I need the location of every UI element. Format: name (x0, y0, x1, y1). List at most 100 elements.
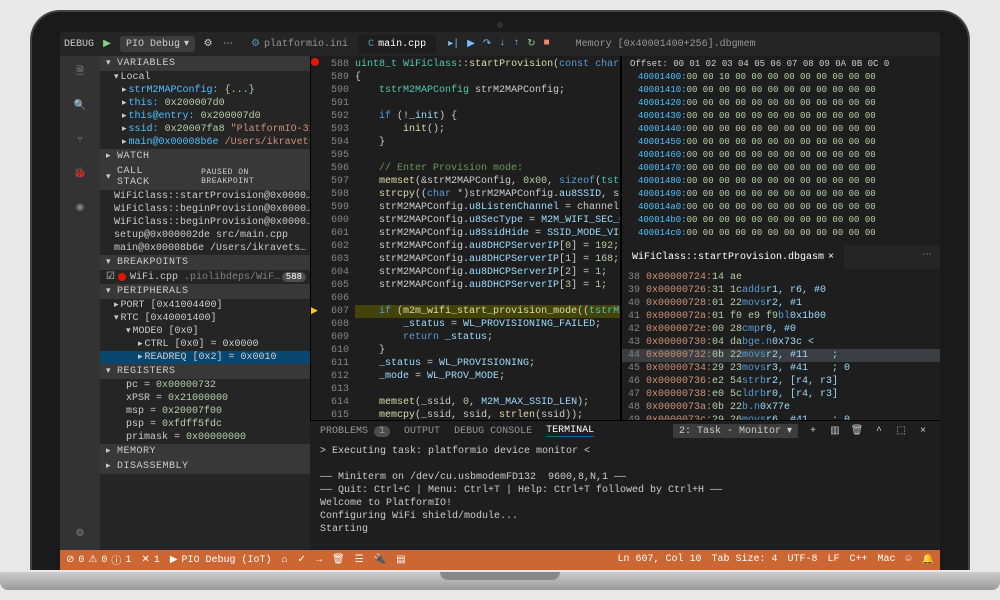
variables-local[interactable]: Local (100, 71, 310, 84)
memory-row[interactable]: 40001470: 00 00 00 00 00 00 00 00 00 00 … (622, 162, 940, 175)
watch-header[interactable]: WATCH (100, 149, 310, 164)
code-line[interactable]: 610 } (311, 344, 620, 357)
eol[interactable]: LF (827, 554, 839, 566)
code-line[interactable]: 598 strcpy((char *)strM2MAPConfig.au8SSI… (311, 188, 620, 201)
variable-item[interactable]: main@0x00008b6e /Users/ikravets… (100, 136, 310, 149)
debug-config-select[interactable]: PIO Debug ▾ (120, 36, 195, 52)
register-item[interactable]: psp = 0xfdff5fdc (100, 418, 310, 431)
terminal-select[interactable]: 2: Task - Monitor ▾ (673, 424, 798, 438)
memory-row[interactable]: 400014a0: 00 00 00 00 00 00 00 00 00 00 … (622, 201, 940, 214)
code-line[interactable]: 589{ (311, 71, 620, 84)
code-line[interactable]: 609 return _status; (311, 331, 620, 344)
pio-test-icon[interactable]: ☰ (355, 554, 364, 566)
breakpoint-item[interactable]: ☑ WiFi.cpp .piolibdeps/WiF… 588 (100, 270, 310, 284)
register-item[interactable]: msp = 0x20007f00 (100, 405, 310, 418)
code-line[interactable]: 599 strM2MAPConfig.u8ListenChannel = cha… (311, 201, 620, 214)
variable-item[interactable]: this@entry: 0x200007d0 (100, 110, 310, 123)
disasm-row[interactable]: 430x00000730: 04 da bge.n 0x73c < (622, 336, 940, 349)
memory-row[interactable]: 40001410: 00 00 00 00 00 00 00 00 00 00 … (622, 84, 940, 97)
trash-icon[interactable]: 🗑 (850, 424, 864, 438)
code-line[interactable]: 596 // Enter Provision mode: (311, 162, 620, 175)
tab-size[interactable]: Tab Size: 4 (711, 554, 777, 566)
start-debug-icon[interactable]: ▶ (100, 37, 114, 51)
code-line[interactable]: 594 } (311, 136, 620, 149)
code-line[interactable]: 606 (311, 292, 620, 305)
status-debug[interactable]: ▶PIO Debug (IoT) (170, 554, 272, 566)
debug-icon[interactable]: 🐞 (70, 164, 90, 184)
peripheral-item[interactable]: CTRL [0x0] = 0x0000 (100, 338, 310, 351)
explorer-icon[interactable]: 🗎 (70, 62, 90, 82)
code-line[interactable]: 603 strM2MAPConfig.au8DHCPServerIP[1] = … (311, 253, 620, 266)
continue-icon[interactable]: ▸| (448, 38, 459, 50)
maximize-icon[interactable]: ^ (872, 424, 886, 438)
cursor-pos[interactable]: Ln 607, Col 10 (617, 554, 701, 566)
disassembly-viewer[interactable]: WiFiClass::startProvision.dbgasm × ⋯ 380… (621, 245, 940, 420)
terminal-output[interactable]: > Executing task: platformio device moni… (310, 441, 940, 550)
code-line[interactable]: 602 strM2MAPConfig.au8DHCPServerIP[0] = … (311, 240, 620, 253)
code-editor[interactable]: 588uint8_t WiFiClass::startProvision(con… (310, 56, 620, 420)
peripheral-item[interactable]: PORT [0x41004400] (100, 299, 310, 312)
code-line[interactable]: 605 strM2MAPConfig.au8DHCPServerIP[3] = … (311, 279, 620, 292)
disasm-row[interactable]: 420x0000072e: 00 28 cmp r0, #0 (622, 323, 940, 336)
scm-icon[interactable]: ⑂ (70, 130, 90, 150)
step-into-icon[interactable]: ↷ (483, 38, 491, 50)
variables-header[interactable]: VARIABLES (100, 56, 310, 71)
memory-row[interactable]: 40001480: 00 00 00 00 00 00 00 00 00 00 … (622, 175, 940, 188)
memory-row[interactable]: 40001430: 00 00 00 00 00 00 00 00 00 00 … (622, 110, 940, 123)
pio-build-icon[interactable]: ✓ (298, 554, 306, 566)
code-line[interactable]: 595 (311, 149, 620, 162)
tab-main-cpp[interactable]: Cmain.cpp (358, 35, 436, 54)
code-line[interactable]: 612 _mode = WL_PROV_MODE; (311, 370, 620, 383)
pio-home-icon[interactable]: ⌂ (282, 555, 288, 566)
search-icon[interactable]: 🔍 (70, 96, 90, 116)
code-line[interactable]: 604 strM2MAPConfig.au8DHCPServerIP[2] = … (311, 266, 620, 279)
tab-platformio-ini[interactable]: ⚙platformio.ini (241, 34, 358, 54)
register-item[interactable]: primask = 0x00000000 (100, 431, 310, 444)
memory-row[interactable]: 40001400: 00 00 10 00 00 00 00 00 00 00 … (622, 71, 940, 84)
close-panel-icon[interactable]: × (916, 424, 930, 438)
code-line[interactable]: 592 if (!_init) { (311, 110, 620, 123)
status-errors[interactable]: ⊘0 ⚠0 ⓘ1 (66, 552, 131, 568)
disasm-row[interactable]: 480x0000073a: 0b 22 b.n 0x77e (622, 401, 940, 414)
disasm-row[interactable]: 460x00000736: e2 54 strb r2, [r4, r3] (622, 375, 940, 388)
restart-icon[interactable]: ↑ (513, 38, 519, 50)
gear-icon[interactable]: ⚙ (201, 37, 215, 51)
stack-frame[interactable]: setup@0x000002de src/main.cpp (100, 229, 310, 242)
code-line[interactable]: 588uint8_t WiFiClass::startProvision(con… (311, 58, 620, 71)
memory-row[interactable]: 400014b0: 00 00 00 00 00 00 00 00 00 00 … (622, 214, 940, 227)
add-terminal-icon[interactable]: + (806, 424, 820, 438)
status-x[interactable]: ✕1 (141, 554, 159, 566)
feedback-icon[interactable]: ☺ (906, 554, 912, 566)
expand-icon[interactable]: ⬚ (894, 424, 908, 438)
code-line[interactable]: 591 (311, 97, 620, 110)
stop-icon[interactable]: ■ (544, 38, 550, 50)
code-line[interactable]: 601 strM2MAPConfig.u8SsidHide = SSID_MOD… (311, 227, 620, 240)
disasm-row[interactable]: 400x00000728: 01 22 movs r2, #1 (622, 297, 940, 310)
stack-frame[interactable]: main@0x00008b6e /Users/ikravets… (100, 242, 310, 255)
pio-upload-icon[interactable]: → (316, 555, 322, 566)
step-out-icon[interactable]: ↓ (499, 38, 505, 50)
pio-serial-icon[interactable]: 🔌 (374, 554, 386, 566)
memory-header[interactable]: MEMORY (100, 444, 310, 459)
pin-icon[interactable]: ⋯ (221, 37, 235, 51)
peripheral-item[interactable]: READREQ [0x2] = 0x0010 (100, 351, 310, 364)
settings-icon[interactable]: ⚙ (70, 524, 90, 544)
code-line[interactable]: 590 tstrM2MAPConfig strM2MAPConfig; (311, 84, 620, 97)
disassembly-header[interactable]: DISASSEMBLY (100, 459, 310, 474)
stack-frame[interactable]: WiFiClass::beginProvision@0x0000… (100, 203, 310, 216)
callstack-header[interactable]: CALL STACK PAUSED ON BREAKPOINT (100, 164, 310, 190)
register-item[interactable]: xPSR = 0x21000000 (100, 392, 310, 405)
debug-console-tab[interactable]: DEBUG CONSOLE (454, 426, 532, 437)
peripheral-item[interactable]: MODE0 [0x0] (100, 325, 310, 338)
code-line[interactable]: 615 memcpy(_ssid, ssid, strlen(ssid)); (311, 409, 620, 420)
platformio-icon[interactable]: ◉ (70, 198, 90, 218)
registers-header[interactable]: REGISTERS (100, 364, 310, 379)
memory-row[interactable]: 40001460: 00 00 00 00 00 00 00 00 00 00 … (622, 149, 940, 162)
disasm-row[interactable]: 410x0000072a: 01 f0 e9 f9 bl 0x1b00 (622, 310, 940, 323)
more-icon[interactable]: ⋯ (914, 245, 940, 269)
stack-frame[interactable]: WiFiClass::beginProvision@0x0000… (100, 216, 310, 229)
reload-icon[interactable]: ↻ (527, 38, 535, 50)
disasm-tab[interactable]: WiFiClass::startProvision.dbgasm × (622, 245, 844, 269)
code-line[interactable]: 614 memset(_ssid, 0, M2M_MAX_SSID_LEN); (311, 396, 620, 409)
variable-item[interactable]: this: 0x200007d0 (100, 97, 310, 110)
